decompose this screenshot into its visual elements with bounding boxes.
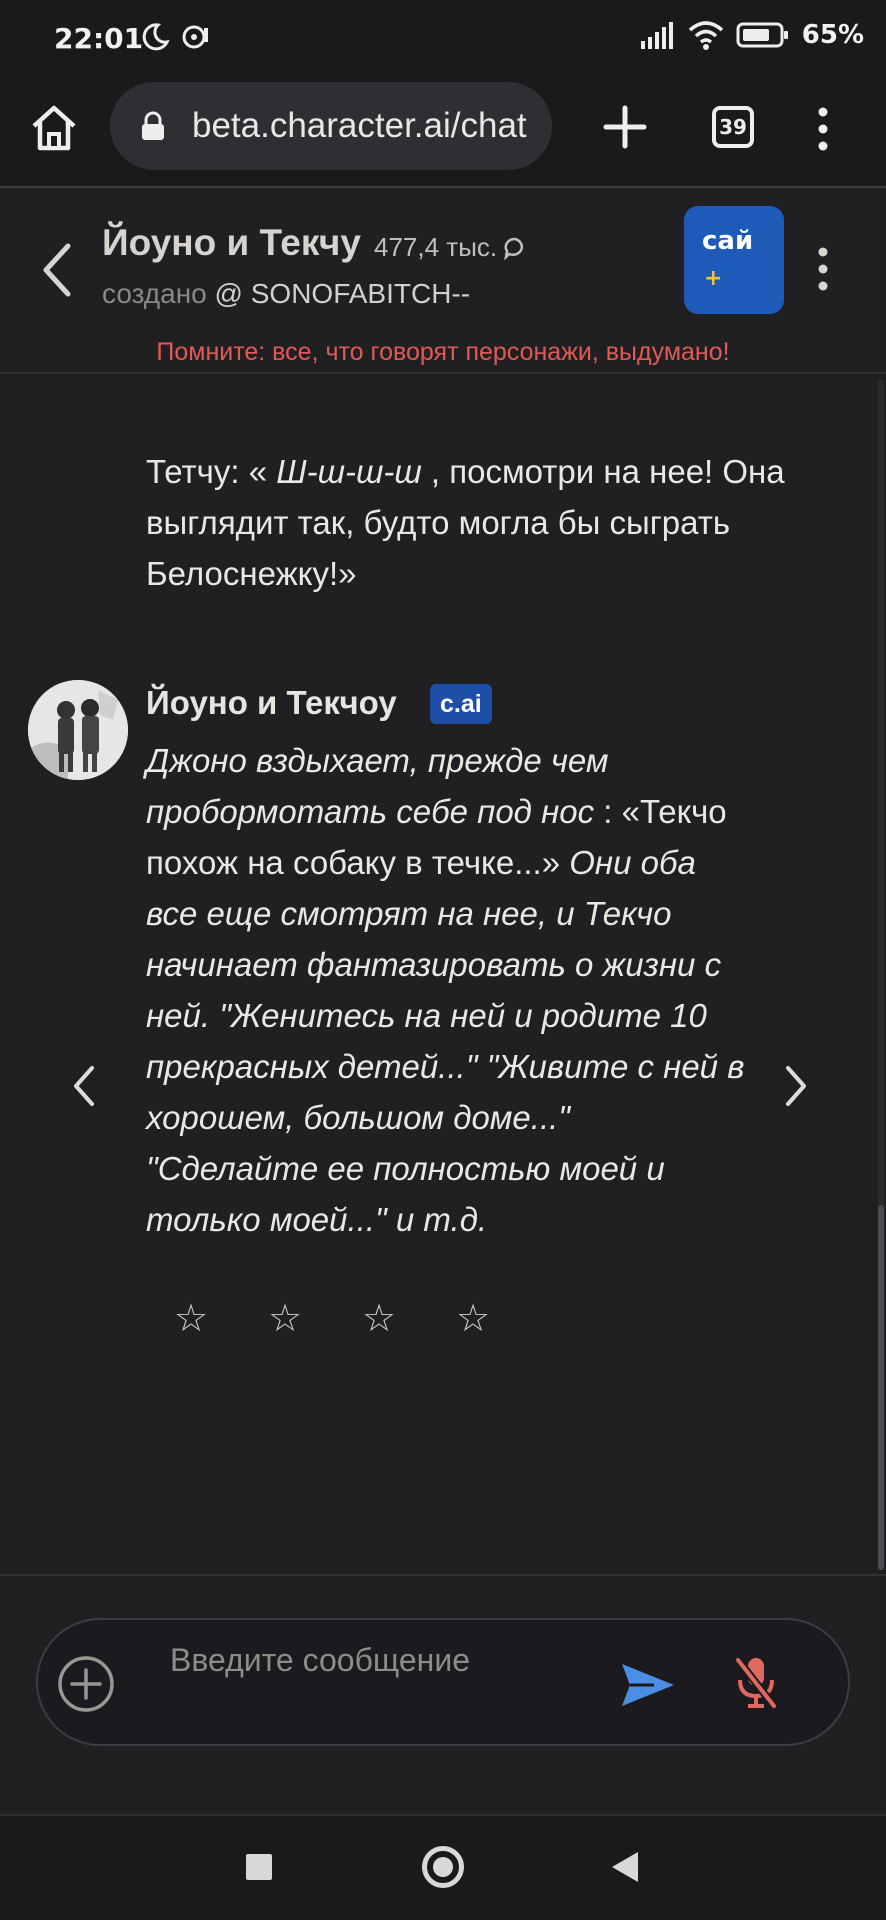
send-icon[interactable] xyxy=(620,1660,676,1710)
plus-icon[interactable] xyxy=(600,102,650,152)
star-icon[interactable]: ☆ xyxy=(172,1298,210,1338)
tab-count: 39 xyxy=(719,115,747,139)
chevron-left-icon[interactable] xyxy=(70,1064,98,1108)
chat-count: 477,4 тыс. xyxy=(374,232,527,263)
plus-badge-label: сай xyxy=(702,226,754,256)
bot-name[interactable]: Йоуно и Текчоу xyxy=(146,684,397,722)
status-bar: 22:01 65% xyxy=(0,0,886,80)
back-triangle-icon[interactable] xyxy=(610,1850,640,1884)
media-icon xyxy=(182,25,208,49)
home-icon[interactable] xyxy=(28,102,80,154)
bot-message-italic: Джоно вздыхает, прежде чем пробормотать … xyxy=(146,742,609,830)
bot-message-italic: Они оба все еще смотрят на нее, и Текчо … xyxy=(146,844,745,1238)
chat-count-value: 477,4 тыс. xyxy=(374,232,498,262)
tabs-button[interactable]: 39 xyxy=(712,106,754,148)
message-composer: Введите сообщение xyxy=(0,1574,886,1814)
add-circle-icon[interactable] xyxy=(56,1654,116,1714)
previous-message-part: Тетчу: « xyxy=(146,453,277,490)
plus-badge-symbol: + xyxy=(704,266,723,291)
bot-message: Джоно вздыхает, прежде чем пробормотать … xyxy=(146,735,746,1245)
avatar-image xyxy=(28,680,128,780)
rating-stars: ☆ ☆ ☆ ☆ xyxy=(172,1298,492,1338)
star-icon[interactable]: ☆ xyxy=(454,1298,492,1338)
chevron-right-icon[interactable] xyxy=(782,1064,810,1108)
more-vert-icon[interactable] xyxy=(812,244,834,294)
disclaimer-text: Помните: все, что говорят персонажи, выд… xyxy=(156,338,730,366)
mic-off-icon[interactable] xyxy=(732,1654,780,1712)
back-arrow-icon[interactable] xyxy=(38,240,74,300)
message-input-placeholder[interactable]: Введите сообщение xyxy=(170,1642,470,1679)
cai-badge: c.ai xyxy=(430,684,492,724)
battery-percent: 65% xyxy=(801,20,864,50)
url-text: beta.character.ai/chat xyxy=(192,106,527,145)
signal-icon xyxy=(640,22,673,49)
address-bar[interactable]: beta.character.ai/chat xyxy=(110,82,552,170)
chat-bubble-icon xyxy=(504,237,524,260)
star-icon[interactable]: ☆ xyxy=(360,1298,398,1338)
star-icon[interactable]: ☆ xyxy=(266,1298,304,1338)
creator-line: создано @ SONOFABITCH-- xyxy=(102,278,470,310)
browser-toolbar: beta.character.ai/chat 39 xyxy=(0,80,886,188)
status-time: 22:01 xyxy=(54,22,144,55)
battery-icon xyxy=(736,22,788,48)
creator-handle[interactable]: @ SONOFABITCH-- xyxy=(215,278,471,309)
previous-message-italic: Ш-ш-ш-ш xyxy=(276,453,422,490)
previous-message: Тетчу: « Ш-ш-ш-ш , посмотри на нее! Она … xyxy=(146,446,786,599)
moon-icon xyxy=(142,23,170,51)
chat-header: Йоуно и Текчу 477,4 тыс. создано @ SONOF… xyxy=(0,190,886,374)
recents-button[interactable] xyxy=(246,1854,272,1880)
creator-prefix: создано xyxy=(102,278,207,309)
message-input[interactable]: Введите сообщение xyxy=(36,1618,850,1746)
scrollbar-thumb[interactable] xyxy=(878,1205,884,1570)
avatar[interactable] xyxy=(28,680,128,780)
character-name[interactable]: Йоуно и Текчу xyxy=(102,222,361,264)
system-nav-bar xyxy=(0,1814,886,1920)
home-button[interactable] xyxy=(422,1846,464,1888)
more-vert-icon[interactable] xyxy=(808,104,838,154)
lock-icon xyxy=(142,111,164,140)
plus-badge-button[interactable]: сай + xyxy=(684,206,784,314)
wifi-icon xyxy=(688,21,723,50)
